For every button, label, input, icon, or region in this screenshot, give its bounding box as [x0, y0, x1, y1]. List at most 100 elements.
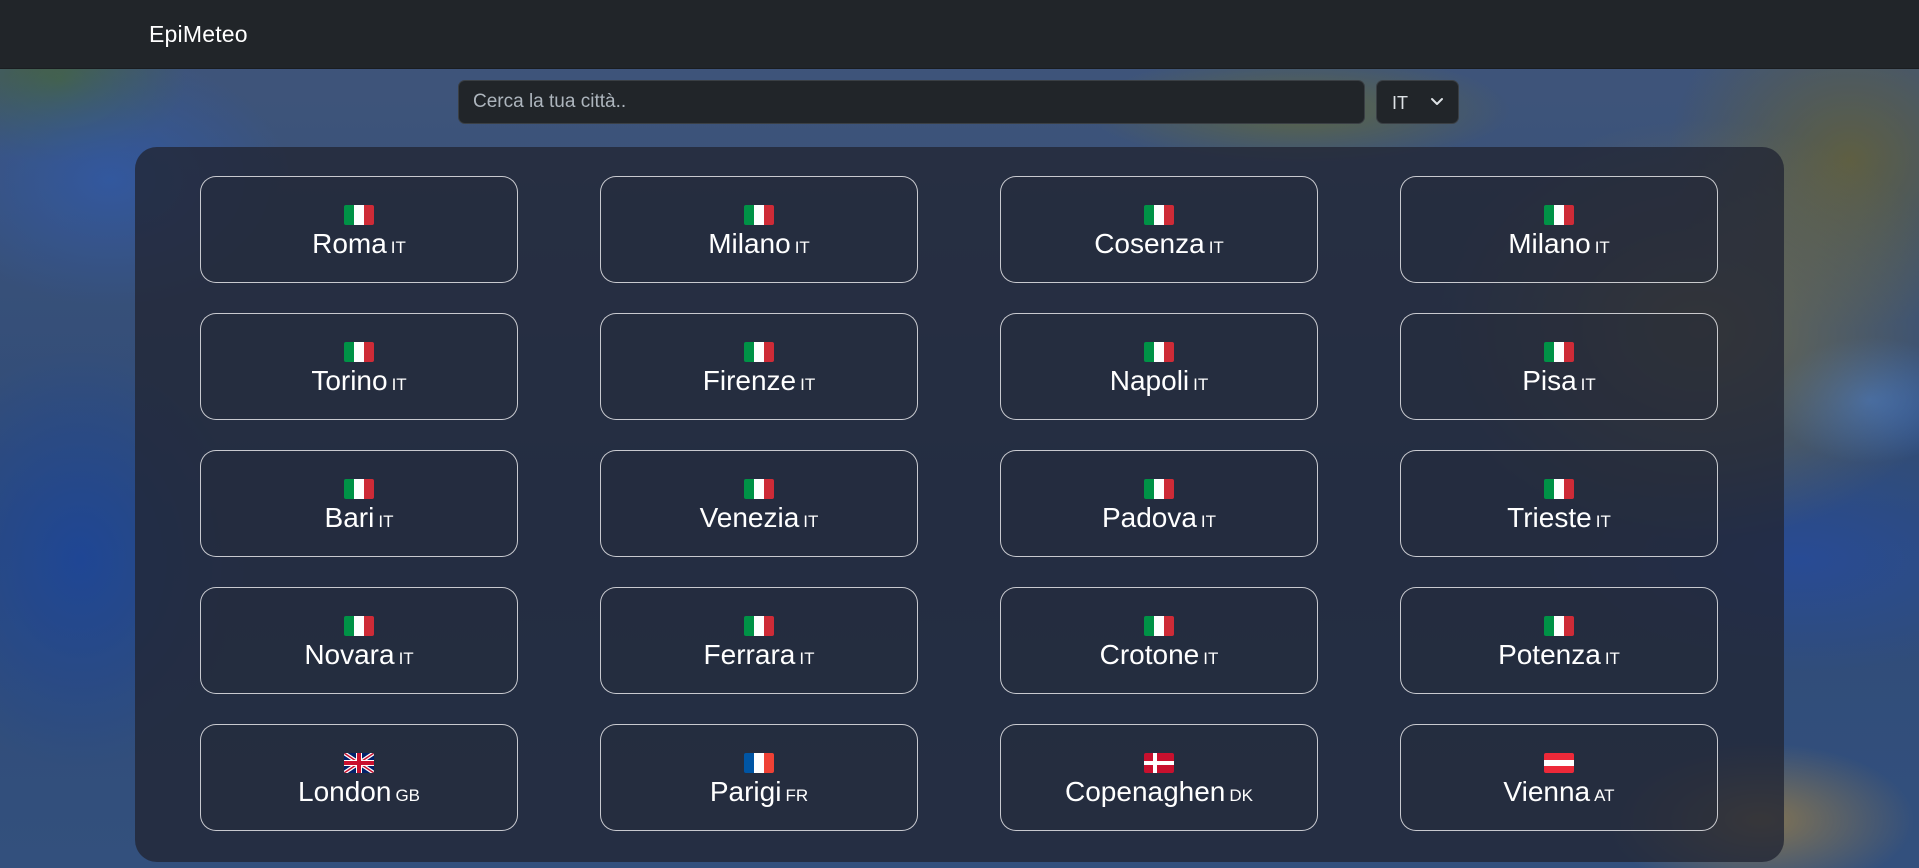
city-card[interactable]: Bari IT	[200, 450, 518, 557]
country-code: IT	[1203, 649, 1219, 668]
city-name: Ferrara	[703, 639, 796, 670]
city-card[interactable]: London GB	[200, 724, 518, 831]
city-card[interactable]: Napoli IT	[1000, 313, 1318, 420]
country-code: IT	[1580, 375, 1596, 394]
city-name: Firenze	[702, 365, 797, 396]
city-name: Copenaghen	[1065, 776, 1226, 807]
city-name: Parigi	[709, 776, 782, 807]
city-title: Napoli IT	[1001, 364, 1317, 403]
country-code: IT	[390, 238, 406, 257]
city-card[interactable]: Copenaghen DK	[1000, 724, 1318, 831]
city-title: Novara IT	[201, 638, 517, 677]
city-name: Torino	[311, 365, 388, 396]
country-code: IT	[1595, 512, 1611, 531]
country-code: IT	[1200, 512, 1217, 531]
country-code: IT	[391, 375, 407, 394]
city-title: Venezia IT	[601, 501, 917, 540]
city-name: London	[298, 776, 392, 807]
city-title: Milano IT	[1401, 227, 1717, 266]
flag-it-icon	[1544, 342, 1574, 362]
city-card[interactable]: Cosenza IT	[1000, 176, 1318, 283]
city-name: Novara	[304, 639, 395, 670]
country-code: IT	[1193, 375, 1209, 394]
flag-it-icon	[744, 342, 774, 362]
city-grid: Roma IT Milano IT Cosenza IT Milano IT Torino IT F…	[200, 176, 1718, 831]
flag-it-icon	[344, 205, 374, 225]
city-title: Torino IT	[201, 364, 517, 403]
city-title: Copenaghen DK	[1001, 775, 1317, 814]
country-code: IT	[803, 512, 819, 531]
flag-it-icon	[1544, 479, 1574, 499]
country-code: IT	[1604, 649, 1620, 668]
city-card[interactable]: Firenze IT	[600, 313, 918, 420]
navbar: EpiMeteo	[0, 0, 1919, 69]
chevron-down-icon	[1431, 98, 1443, 105]
city-title: Roma IT	[201, 227, 517, 266]
country-code: IT	[378, 512, 394, 531]
city-name: Venezia	[699, 502, 800, 533]
city-title: Parigi FR	[601, 775, 917, 814]
city-title: Milano IT	[601, 227, 917, 266]
city-card[interactable]: Novara IT	[200, 587, 518, 694]
city-title: Padova IT	[1001, 501, 1317, 540]
cities-panel: Roma IT Milano IT Cosenza IT Milano IT Torino IT F…	[135, 147, 1784, 862]
flag-it-icon	[1144, 342, 1174, 362]
city-name: Roma	[312, 228, 387, 259]
city-name: Pisa	[1522, 365, 1577, 396]
flag-it-icon	[344, 616, 374, 636]
flag-it-icon	[744, 479, 774, 499]
country-code: GB	[395, 786, 420, 805]
city-card[interactable]: Roma IT	[200, 176, 518, 283]
city-name: Crotone	[1099, 639, 1200, 670]
country-code: IT	[799, 649, 815, 668]
city-card[interactable]: Parigi FR	[600, 724, 918, 831]
flag-it-icon	[744, 205, 774, 225]
city-name: Vienna	[1503, 776, 1591, 807]
city-title: Firenze IT	[601, 364, 917, 403]
flag-it-icon	[344, 479, 374, 499]
flag-it-icon	[1144, 205, 1174, 225]
city-card[interactable]: Potenza IT	[1400, 587, 1718, 694]
city-card[interactable]: Pisa IT	[1400, 313, 1718, 420]
country-code: FR	[785, 786, 809, 805]
country-select[interactable]: IT	[1376, 80, 1459, 124]
flag-gb-icon	[344, 753, 374, 773]
city-card[interactable]: Venezia IT	[600, 450, 918, 557]
city-card[interactable]: Milano IT	[600, 176, 918, 283]
city-title: Trieste IT	[1401, 501, 1717, 540]
country-select-value: IT	[1392, 93, 1408, 113]
city-title: Ferrara IT	[601, 638, 917, 677]
city-title: Bari IT	[201, 501, 517, 540]
flag-at-icon	[1544, 753, 1574, 773]
country-code: DK	[1229, 786, 1253, 805]
city-card[interactable]: Torino IT	[200, 313, 518, 420]
flag-it-icon	[744, 616, 774, 636]
city-card[interactable]: Padova IT	[1000, 450, 1318, 557]
flag-it-icon	[344, 342, 374, 362]
city-name: Cosenza	[1094, 228, 1205, 259]
flag-it-icon	[1544, 616, 1574, 636]
city-card[interactable]: Vienna AT	[1400, 724, 1718, 831]
city-title: Cosenza IT	[1001, 227, 1317, 266]
city-name: Milano	[708, 228, 791, 259]
brand-link[interactable]: EpiMeteo	[149, 21, 248, 48]
city-card[interactable]: Ferrara IT	[600, 587, 918, 694]
country-code: IT	[1208, 238, 1224, 257]
city-name: Trieste	[1507, 502, 1592, 533]
flag-it-icon	[1144, 616, 1174, 636]
city-title: Potenza IT	[1401, 638, 1717, 677]
city-title: Pisa IT	[1401, 364, 1717, 403]
flag-it-icon	[1144, 479, 1174, 499]
city-title: Vienna AT	[1401, 775, 1717, 814]
city-name: Bari	[324, 502, 375, 533]
country-code: IT	[398, 649, 414, 668]
city-card[interactable]: Milano IT	[1400, 176, 1718, 283]
search-input[interactable]	[458, 80, 1365, 124]
city-title: London GB	[201, 775, 517, 814]
country-code: IT	[800, 375, 816, 394]
city-card[interactable]: Trieste IT	[1400, 450, 1718, 557]
city-name: Milano	[1508, 228, 1591, 259]
city-name: Napoli	[1109, 365, 1190, 396]
city-card[interactable]: Crotone IT	[1000, 587, 1318, 694]
flag-fr-icon	[744, 753, 774, 773]
